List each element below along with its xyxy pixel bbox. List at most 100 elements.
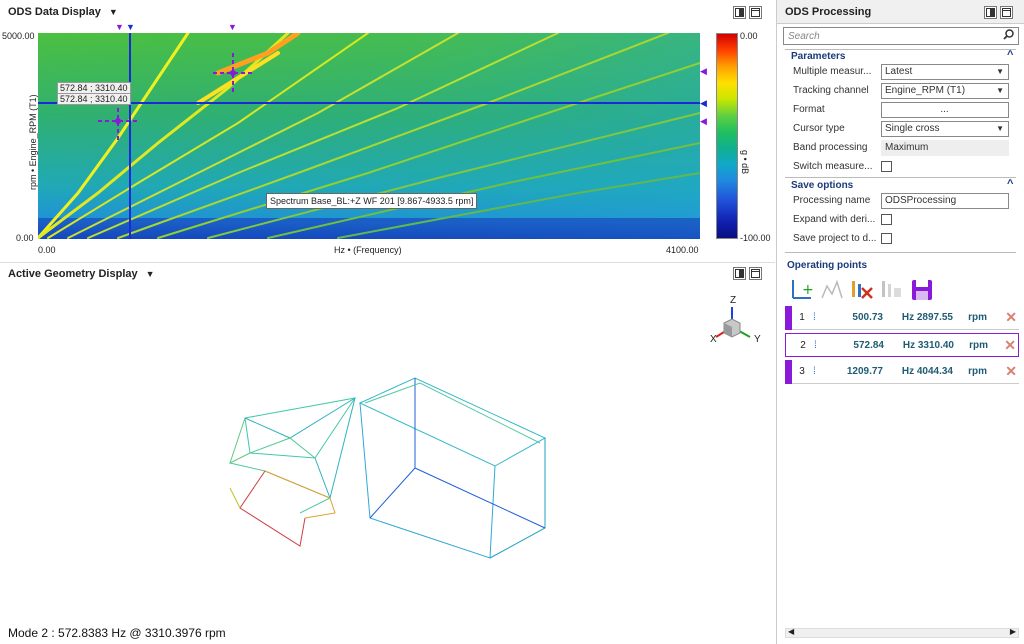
active-geometry-header: Active Geometry Display ▼: [0, 263, 155, 285]
panel-window-buttons: [984, 6, 1013, 19]
delete-point-icon[interactable]: ✕: [1004, 337, 1016, 354]
colorbar-tick-max: 0.00: [740, 31, 758, 41]
y-tick-max: 5000.00: [2, 31, 35, 41]
panel-title: ODS Data Display: [8, 6, 101, 18]
add-point-button[interactable]: +: [789, 278, 815, 302]
format-button[interactable]: ...: [881, 101, 1009, 118]
search-input[interactable]: Search: [783, 27, 1019, 45]
save-options-title: Save options: [791, 180, 854, 191]
switch-measure-checkbox[interactable]: [881, 161, 892, 172]
operating-point-row-selected[interactable]: 2 ⁞ 572.84 Hz 3310.40 rpm ✕: [785, 333, 1019, 357]
wireframe-svg: [229, 377, 547, 559]
export-icon: [882, 281, 901, 297]
maximize-icon[interactable]: [749, 267, 762, 280]
ods-data-display-panel: ODS Data Display ▼ 5000.00 0.00 rpm • En…: [0, 0, 775, 262]
param-format: Format ...: [793, 100, 1015, 119]
collapse-icon[interactable]: ^: [1007, 49, 1013, 61]
cursor-icon: ⁞: [813, 366, 816, 377]
cursor-type-select[interactable]: Single cross ▼: [881, 120, 1009, 137]
cursor-value-label: 572.84 ; 3310.40: [57, 93, 131, 105]
axis-x-label: X: [710, 334, 717, 345]
dock-icon[interactable]: [733, 6, 746, 19]
auto-peak-icon: [821, 279, 843, 299]
save-project-checkbox[interactable]: [881, 233, 892, 244]
search-placeholder: Search: [788, 30, 820, 42]
maximize-icon[interactable]: [1000, 6, 1013, 19]
panel-window-buttons: [733, 267, 762, 280]
svg-text:+: +: [802, 282, 814, 298]
ods-processing-panel: ODS Processing Search Parameters ^ Multi…: [776, 0, 1024, 644]
auto-peak-button[interactable]: [819, 278, 845, 302]
operating-points-toolbar: +: [789, 278, 935, 302]
add-point-icon: +: [792, 280, 814, 299]
delete-all-icon: [852, 281, 873, 299]
param-multiple-measurements: Multiple measur... Latest ▼: [793, 62, 1015, 81]
band-processing-value: Maximum: [881, 139, 1009, 156]
export-button[interactable]: [879, 278, 905, 302]
save-icon: [912, 280, 932, 300]
selection-bar: [785, 360, 792, 384]
delete-all-button[interactable]: [849, 278, 875, 302]
save-project-to-disk: Save project to d...: [793, 229, 1015, 248]
x-tick-max: 4100.00: [666, 245, 699, 255]
cursor-icon: ⁞: [814, 339, 817, 351]
expand-derived-checkbox[interactable]: [881, 214, 892, 225]
x-axis-label: Hz • (Frequency): [334, 245, 402, 255]
marker-triangle-icon[interactable]: ▼: [115, 22, 124, 32]
marker-left-icon[interactable]: ◀: [700, 116, 707, 127]
parameters-title: Parameters: [791, 51, 846, 62]
colorbar: [716, 33, 738, 239]
marker-triangle-icon[interactable]: ▼: [228, 22, 237, 32]
y-tick-min: 0.00: [16, 233, 34, 243]
ods-data-display-header: ODS Data Display ▼: [0, 1, 118, 23]
save-expand-derived: Expand with deri...: [793, 210, 1015, 229]
processing-name-input[interactable]: ODSProcessing: [881, 192, 1009, 209]
colorbar-tick-min: -100.00: [740, 233, 771, 243]
horizontal-scrollbar[interactable]: ◀ ▶: [785, 627, 1019, 638]
param-switch-measure: Switch measure...: [793, 157, 1015, 176]
y-axis-label: rpm • Engine_RPM (T1): [28, 94, 38, 190]
panel-window-buttons: [733, 6, 762, 19]
param-band-processing: Band processing Maximum: [793, 138, 1015, 157]
dock-icon[interactable]: [733, 267, 746, 280]
mode-status-text: Mode 2 : 572.8383 Hz @ 3310.3976 rpm: [8, 626, 226, 640]
geometry-wireframe[interactable]: [220, 368, 560, 568]
section-divider: [785, 177, 1016, 178]
section-divider: [785, 49, 1016, 50]
ods-processing-title: ODS Processing: [785, 6, 872, 18]
marker-left-icon[interactable]: ◀: [700, 66, 707, 77]
chevron-down-icon: ▼: [996, 124, 1004, 133]
param-cursor-type: Cursor type Single cross ▼: [793, 119, 1015, 138]
multiple-measurements-select[interactable]: Latest ▼: [881, 63, 1009, 80]
dock-icon[interactable]: [984, 6, 997, 19]
cursor-left-icon[interactable]: ◀: [700, 98, 707, 109]
axis-y-label: Y: [754, 334, 761, 345]
param-tracking-channel: Tracking channel Engine_RPM (T1) ▼: [793, 81, 1015, 100]
save-processing-name: Processing name ODSProcessing: [793, 191, 1015, 210]
maximize-icon[interactable]: [749, 6, 762, 19]
chevron-down-icon[interactable]: ▼: [146, 269, 155, 279]
cursor-marker-icon[interactable]: ▼: [126, 22, 135, 32]
cursor-icon: ⁞: [813, 312, 816, 323]
delete-point-icon[interactable]: ✕: [1005, 309, 1017, 326]
spectrum-tooltip: Spectrum Base_BL:+Z WF 201 [9.867-4933.5…: [266, 193, 478, 209]
operating-point-row[interactable]: 1 ⁞ 500.73 Hz 2897.55 rpm ✕: [785, 306, 1019, 330]
selection-bar: [785, 306, 792, 330]
search-icon[interactable]: [1003, 29, 1014, 43]
operating-points-title: Operating points: [787, 260, 867, 271]
operating-point-row[interactable]: 3 ⁞ 1209.77 Hz 4044.34 rpm ✕: [785, 360, 1019, 384]
collapse-icon[interactable]: ^: [1007, 178, 1013, 190]
axis-z-label: Z: [730, 295, 737, 306]
section-divider: [785, 252, 1016, 253]
chevron-down-icon[interactable]: ▼: [109, 7, 118, 17]
scroll-right-icon: ▶: [1009, 627, 1016, 636]
save-button[interactable]: [909, 278, 935, 302]
chevron-down-icon: ▼: [996, 67, 1004, 76]
scroll-left-icon: ◀: [788, 627, 795, 636]
colorbar-label: g • dB: [740, 150, 750, 175]
delete-point-icon[interactable]: ✕: [1005, 363, 1017, 380]
panel-title: Active Geometry Display: [8, 268, 138, 280]
chevron-down-icon: ▼: [996, 86, 1004, 95]
x-tick-min: 0.00: [38, 245, 56, 255]
tracking-channel-select[interactable]: Engine_RPM (T1) ▼: [881, 82, 1009, 99]
